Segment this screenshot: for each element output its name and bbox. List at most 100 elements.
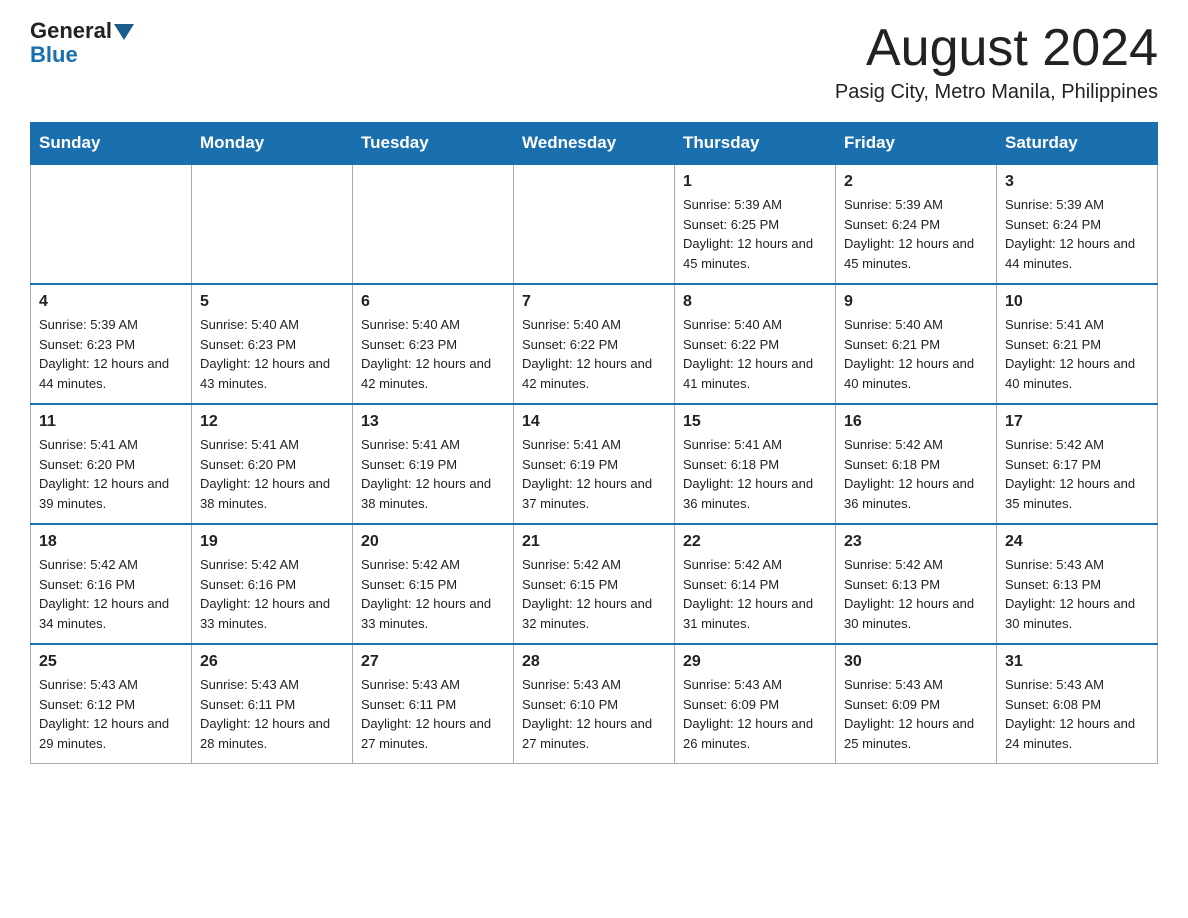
- day-info: Sunrise: 5:40 AMSunset: 6:22 PMDaylight:…: [522, 315, 666, 393]
- day-info: Sunrise: 5:43 AMSunset: 6:13 PMDaylight:…: [1005, 555, 1149, 633]
- calendar-day-16: 16Sunrise: 5:42 AMSunset: 6:18 PMDayligh…: [836, 404, 997, 524]
- day-number: 18: [39, 533, 183, 551]
- day-info: Sunrise: 5:40 AMSunset: 6:23 PMDaylight:…: [200, 315, 344, 393]
- logo-triangle-icon: [114, 24, 134, 40]
- day-info: Sunrise: 5:42 AMSunset: 6:14 PMDaylight:…: [683, 555, 827, 633]
- calendar-day-26: 26 Sunrise: 5:43 AMSunset: 6:11 PMDayligh…: [192, 644, 353, 764]
- day-number: 2: [844, 173, 988, 191]
- day-info: Sunrise: 5:41 AMSunset: 6:19 PMDaylight:…: [522, 435, 666, 513]
- logo: General Blue: [30, 20, 136, 68]
- calendar-header-row: SundayMondayTuesdayWednesdayThursdayFrid…: [31, 123, 1158, 165]
- calendar-header-saturday: Saturday: [997, 123, 1158, 165]
- day-number: 20: [361, 533, 505, 551]
- day-info: Sunrise: 5:41 AMSunset: 6:20 PMDaylight:…: [39, 435, 183, 513]
- day-info: Sunrise: 5:43 AMSunset: 6:09 PMDaylight:…: [844, 675, 988, 753]
- calendar-day-25: 25Sunrise: 5:43 AMSunset: 6:12 PMDayligh…: [31, 644, 192, 764]
- calendar-day-13: 13 Sunrise: 5:41 AMSunset: 6:19 PMDayligh…: [353, 404, 514, 524]
- calendar-day-empty: [31, 164, 192, 284]
- day-number: 27: [361, 653, 505, 671]
- calendar-day-empty: [514, 164, 675, 284]
- calendar-day-18: 18 Sunrise: 5:42 AMSunset: 6:16 PMDayligh…: [31, 524, 192, 644]
- day-info: Sunrise: 5:39 AMSunset: 6:25 PMDaylight:…: [683, 195, 827, 273]
- day-number: 30: [844, 653, 988, 671]
- day-number: 5: [200, 293, 344, 311]
- calendar-week-row-2: 4Sunrise: 5:39 AMSunset: 6:23 PMDaylight…: [31, 284, 1158, 404]
- day-info: Sunrise: 5:43 AMSunset: 6:09 PMDaylight:…: [683, 675, 827, 753]
- day-info: Sunrise: 5:42 AMSunset: 6:16 PMDaylight:…: [200, 555, 344, 633]
- day-number: 16: [844, 413, 988, 431]
- day-number: 31: [1005, 653, 1149, 671]
- calendar-day-4: 4Sunrise: 5:39 AMSunset: 6:23 PMDaylight…: [31, 284, 192, 404]
- calendar-day-27: 27 Sunrise: 5:43 AMSunset: 6:11 PMDayligh…: [353, 644, 514, 764]
- calendar-day-21: 21Sunrise: 5:42 AMSunset: 6:15 PMDayligh…: [514, 524, 675, 644]
- day-number: 9: [844, 293, 988, 311]
- day-info: Sunrise: 5:43 AMSunset: 6:11 PMDaylight:…: [200, 675, 344, 753]
- calendar-day-7: 7 Sunrise: 5:40 AMSunset: 6:22 PMDaylight…: [514, 284, 675, 404]
- calendar-day-30: 30 Sunrise: 5:43 AMSunset: 6:09 PMDayligh…: [836, 644, 997, 764]
- day-number: 11: [39, 413, 183, 431]
- calendar-header-wednesday: Wednesday: [514, 123, 675, 165]
- calendar-day-5: 5 Sunrise: 5:40 AMSunset: 6:23 PMDaylight…: [192, 284, 353, 404]
- day-number: 8: [683, 293, 827, 311]
- day-info: Sunrise: 5:43 AMSunset: 6:11 PMDaylight:…: [361, 675, 505, 753]
- day-info: Sunrise: 5:41 AMSunset: 6:20 PMDaylight:…: [200, 435, 344, 513]
- calendar-day-20: 20 Sunrise: 5:42 AMSunset: 6:15 PMDayligh…: [353, 524, 514, 644]
- day-info: Sunrise: 5:43 AMSunset: 6:08 PMDaylight:…: [1005, 675, 1149, 753]
- day-number: 26: [200, 653, 344, 671]
- day-info: Sunrise: 5:42 AMSunset: 6:16 PMDaylight:…: [39, 555, 183, 633]
- calendar-day-17: 17Sunrise: 5:42 AMSunset: 6:17 PMDayligh…: [997, 404, 1158, 524]
- day-info: Sunrise: 5:42 AMSunset: 6:13 PMDaylight:…: [844, 555, 988, 633]
- day-info: Sunrise: 5:41 AMSunset: 6:19 PMDaylight:…: [361, 435, 505, 513]
- day-info: Sunrise: 5:43 AMSunset: 6:12 PMDaylight:…: [39, 675, 183, 753]
- calendar-day-1: 1 Sunrise: 5:39 AMSunset: 6:25 PMDaylight…: [675, 164, 836, 284]
- calendar-day-empty: [192, 164, 353, 284]
- calendar-header-monday: Monday: [192, 123, 353, 165]
- day-info: Sunrise: 5:40 AMSunset: 6:21 PMDaylight:…: [844, 315, 988, 393]
- calendar-day-31: 31 Sunrise: 5:43 AMSunset: 6:08 PMDayligh…: [997, 644, 1158, 764]
- calendar-week-row-3: 11 Sunrise: 5:41 AMSunset: 6:20 PMDayligh…: [31, 404, 1158, 524]
- day-number: 4: [39, 293, 183, 311]
- day-number: 6: [361, 293, 505, 311]
- month-title: August 2024: [835, 20, 1158, 77]
- day-info: Sunrise: 5:41 AMSunset: 6:18 PMDaylight:…: [683, 435, 827, 513]
- calendar-day-22: 22 Sunrise: 5:42 AMSunset: 6:14 PMDayligh…: [675, 524, 836, 644]
- calendar-week-row-1: 1 Sunrise: 5:39 AMSunset: 6:25 PMDaylight…: [31, 164, 1158, 284]
- day-number: 15: [683, 413, 827, 431]
- calendar-day-23: 23 Sunrise: 5:42 AMSunset: 6:13 PMDayligh…: [836, 524, 997, 644]
- calendar-header-sunday: Sunday: [31, 123, 192, 165]
- day-number: 17: [1005, 413, 1149, 431]
- calendar-day-10: 10 Sunrise: 5:41 AMSunset: 6:21 PMDayligh…: [997, 284, 1158, 404]
- day-info: Sunrise: 5:42 AMSunset: 6:15 PMDaylight:…: [361, 555, 505, 633]
- location-title: Pasig City, Metro Manila, Philippines: [835, 81, 1158, 104]
- calendar-header-friday: Friday: [836, 123, 997, 165]
- day-number: 23: [844, 533, 988, 551]
- calendar-week-row-5: 25Sunrise: 5:43 AMSunset: 6:12 PMDayligh…: [31, 644, 1158, 764]
- day-number: 12: [200, 413, 344, 431]
- calendar-week-row-4: 18 Sunrise: 5:42 AMSunset: 6:16 PMDayligh…: [31, 524, 1158, 644]
- day-number: 3: [1005, 173, 1149, 191]
- calendar-day-15: 15 Sunrise: 5:41 AMSunset: 6:18 PMDayligh…: [675, 404, 836, 524]
- day-number: 14: [522, 413, 666, 431]
- day-number: 22: [683, 533, 827, 551]
- day-number: 13: [361, 413, 505, 431]
- title-area: August 2024 Pasig City, Metro Manila, Ph…: [835, 20, 1158, 104]
- calendar-header-thursday: Thursday: [675, 123, 836, 165]
- calendar-day-6: 6Sunrise: 5:40 AMSunset: 6:23 PMDaylight…: [353, 284, 514, 404]
- day-number: 29: [683, 653, 827, 671]
- day-info: Sunrise: 5:39 AMSunset: 6:24 PMDaylight:…: [1005, 195, 1149, 273]
- day-number: 7: [522, 293, 666, 311]
- calendar-day-8: 8 Sunrise: 5:40 AMSunset: 6:22 PMDaylight…: [675, 284, 836, 404]
- calendar-day-14: 14 Sunrise: 5:41 AMSunset: 6:19 PMDayligh…: [514, 404, 675, 524]
- logo-blue-text: Blue: [30, 42, 78, 68]
- day-info: Sunrise: 5:39 AMSunset: 6:24 PMDaylight:…: [844, 195, 988, 273]
- calendar-day-19: 19Sunrise: 5:42 AMSunset: 6:16 PMDayligh…: [192, 524, 353, 644]
- calendar-day-3: 3 Sunrise: 5:39 AMSunset: 6:24 PMDaylight…: [997, 164, 1158, 284]
- calendar-day-12: 12 Sunrise: 5:41 AMSunset: 6:20 PMDayligh…: [192, 404, 353, 524]
- day-info: Sunrise: 5:41 AMSunset: 6:21 PMDaylight:…: [1005, 315, 1149, 393]
- page-header: General Blue August 2024 Pasig City, Met…: [30, 20, 1158, 104]
- day-number: 10: [1005, 293, 1149, 311]
- day-info: Sunrise: 5:40 AMSunset: 6:22 PMDaylight:…: [683, 315, 827, 393]
- day-number: 1: [683, 173, 827, 191]
- day-number: 24: [1005, 533, 1149, 551]
- calendar-day-28: 28Sunrise: 5:43 AMSunset: 6:10 PMDayligh…: [514, 644, 675, 764]
